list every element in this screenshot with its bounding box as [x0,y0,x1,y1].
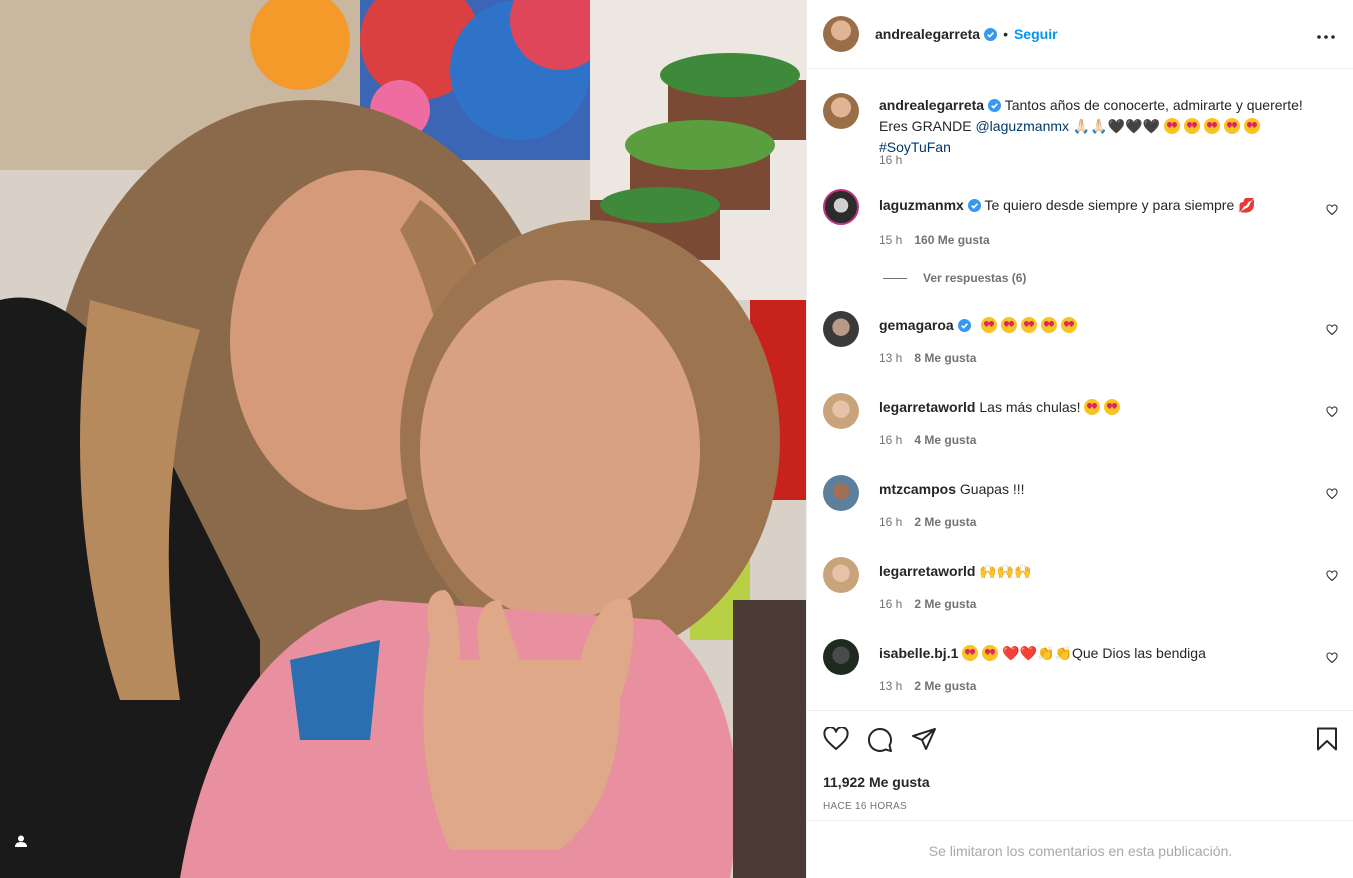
comment-like-icon[interactable] [1326,405,1338,423]
comment-likes[interactable]: 4 Me gusta [914,433,976,447]
comment-username[interactable]: legarretaworld [879,399,975,415]
comment-time: 16 h [879,597,903,611]
heart-icon[interactable] [823,726,849,756]
caption-time: 16 h [879,153,903,167]
comment-item: legarretaworld Las más chulas! 16 h 4 Me … [823,393,1338,453]
comment-text: Te quiero desde siempre y para siempre 💋 [984,197,1256,213]
comment-likes[interactable]: 8 Me gusta [914,351,976,365]
love-emoji [1084,399,1124,415]
separator-dot: • [1003,26,1008,42]
comment-text: Guapas !!! [959,481,1025,497]
comment-time: 13 h [879,351,903,365]
post-actions: 11,922 Me gusta HACE 16 HORAS [807,710,1353,820]
comment-item: legarretaworld 🙌🙌🙌 16 h 2 Me gusta [823,557,1338,617]
commenter-avatar[interactable] [823,475,859,511]
post-caption: andrealegarreta Tantos años de conocerte… [823,93,1338,173]
user-tag-icon[interactable] [14,834,46,866]
comment-like-icon[interactable] [1326,569,1338,587]
verified-icon [988,99,1002,112]
comment-time: 16 h [879,433,903,447]
view-replies-button[interactable]: Ver respuestas (6) [883,271,1026,285]
comment-likes[interactable]: 2 Me gusta [914,597,976,611]
commenter-avatar[interactable] [823,311,859,347]
comment-like-icon[interactable] [1326,203,1338,221]
follow-button[interactable]: Seguir [1014,26,1058,42]
comment-username[interactable]: gemagaroa [879,317,954,333]
comment-likes[interactable]: 2 Me gusta [914,679,976,693]
verified-icon [967,199,981,212]
verified-icon [984,27,998,41]
post-timestamp: HACE 16 HORAS [823,801,907,812]
love-emoji [962,645,1002,661]
author-avatar[interactable] [823,16,859,52]
comment-time: 16 h [879,515,903,529]
commenter-avatar[interactable] [823,639,859,675]
share-icon[interactable] [911,727,937,756]
comment-item: laguzmanmx Te quiero desde siempre y par… [823,189,1338,289]
commenter-avatar[interactable] [823,189,859,225]
comment-icon[interactable] [867,727,893,758]
comment-like-icon[interactable] [1326,323,1338,341]
verified-icon [957,319,971,332]
love-emoji [1164,118,1264,134]
comment-item: mtzcampos Guapas !!! 16 h 2 Me gusta [823,475,1338,535]
likes-count[interactable]: 11,922 Me gusta [823,774,930,790]
comment-text: ❤️❤️👏👏Que Dios las bendiga [1002,645,1206,661]
comments-limited-notice: Se limitaron los comentarios en esta pub… [807,820,1353,878]
bookmark-icon[interactable] [1316,727,1338,756]
caption-mention[interactable]: @laguzmanmx [975,118,1069,134]
comment-likes[interactable]: 2 Me gusta [914,515,976,529]
comment-username[interactable]: legarretaworld [879,563,975,579]
commenter-avatar[interactable] [823,557,859,593]
comment-time: 13 h [879,679,903,693]
comment-like-icon[interactable] [1326,651,1338,669]
photo-illustration [0,0,806,878]
more-icon[interactable] [1317,26,1335,44]
caption-username[interactable]: andrealegarreta [879,97,984,113]
post-photo[interactable] [0,0,806,878]
comment-username[interactable]: laguzmanmx [879,197,964,213]
author-avatar[interactable] [823,93,859,129]
comment-username[interactable]: isabelle.bj.1 [879,645,958,661]
comment-text: Las más chulas! [979,399,1081,415]
caption-emoji: 🙏🏻🙏🏻🖤🖤🖤 [1069,118,1161,134]
comment-username[interactable]: mtzcampos [879,481,956,497]
post-header: andrealegarreta • Seguir [807,0,1353,69]
comment-text: 🙌🙌🙌 [979,563,1032,579]
author-username[interactable]: andrealegarreta [875,26,980,42]
comment-item: isabelle.bj.1 ❤️❤️👏👏Que Dios las bendiga… [823,639,1338,699]
commenter-avatar[interactable] [823,393,859,429]
comments-list[interactable]: andrealegarreta Tantos años de conocerte… [807,69,1353,710]
comment-like-icon[interactable] [1326,487,1338,505]
post-panel: andrealegarreta • Seguir andrealegarreta… [806,0,1353,878]
love-emoji [980,317,1081,333]
comment-item: gemagaroa 13 h 8 Me gusta [823,311,1338,371]
comment-time: 15 h [879,233,903,247]
comment-likes[interactable]: 160 Me gusta [914,233,989,247]
